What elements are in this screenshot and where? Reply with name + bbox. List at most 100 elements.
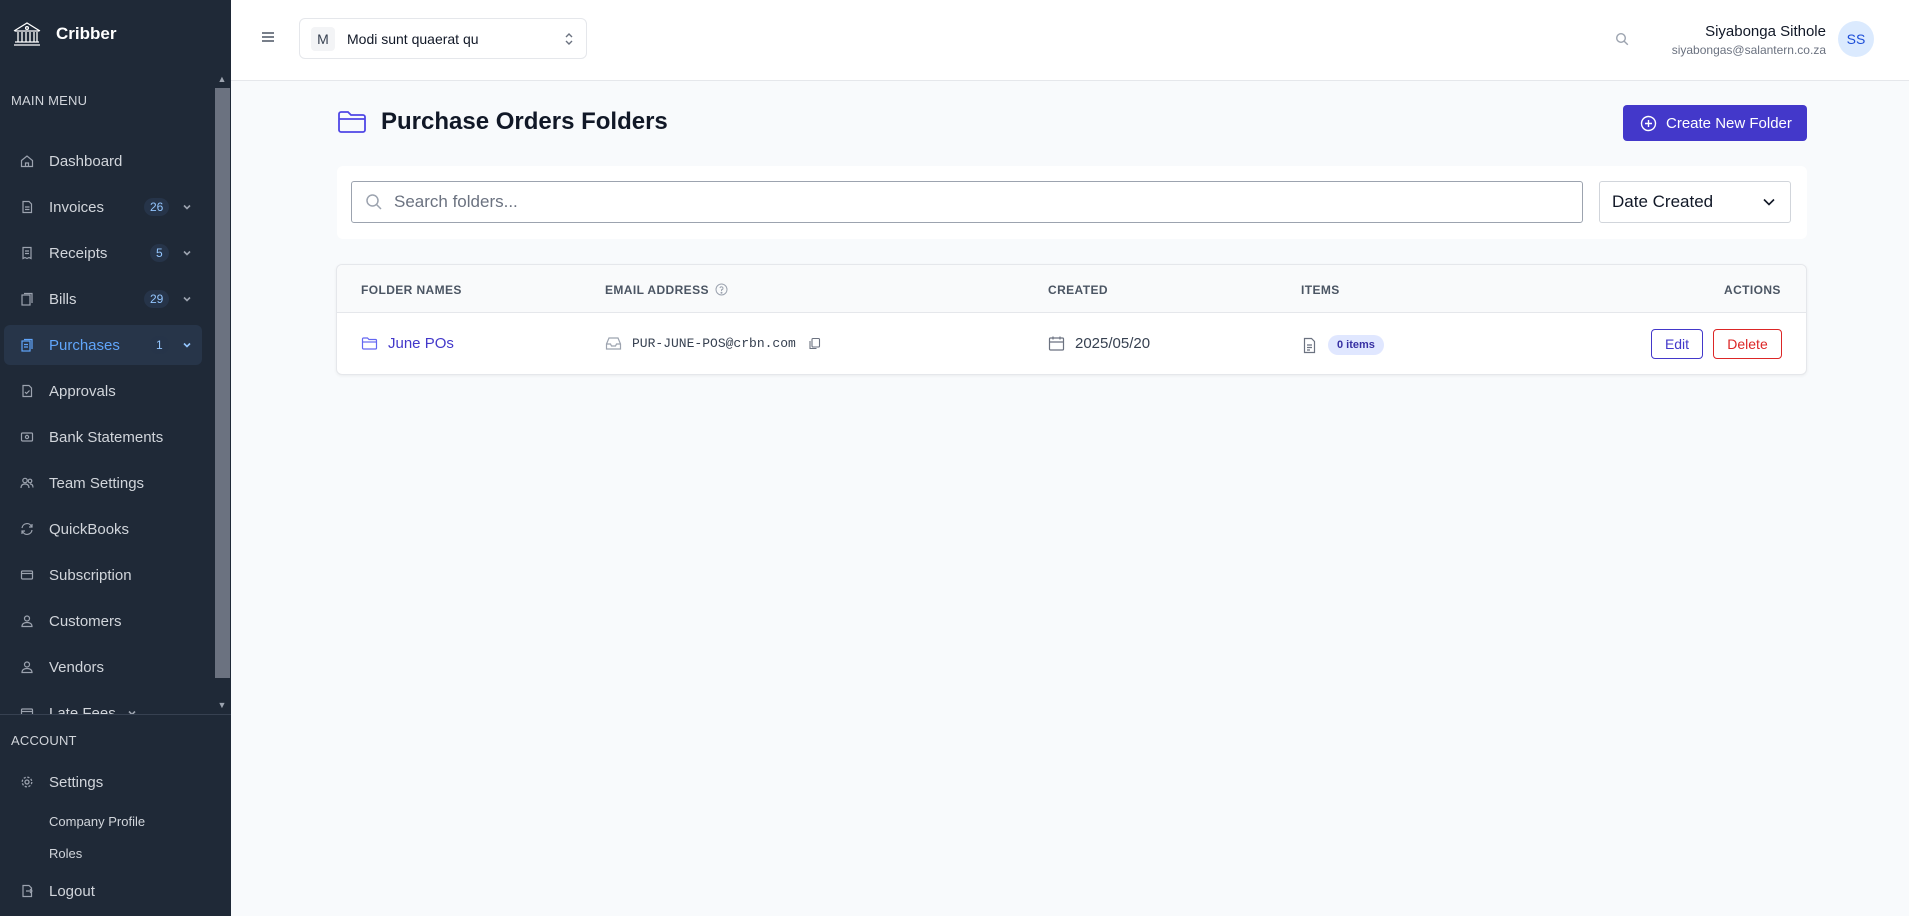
sidebar-divider [0, 714, 231, 715]
chevron-down-icon [1763, 198, 1775, 206]
invoices-count-badge: 26 [144, 198, 170, 216]
sidebar-item-label: Subscription [49, 566, 132, 584]
search-box[interactable] [351, 181, 1583, 223]
receipt-icon [20, 246, 34, 260]
sidebar-item-dashboard[interactable]: Dashboard [4, 141, 202, 181]
sidebar-item-label: QuickBooks [49, 520, 130, 538]
sidebar-item-label: Team Settings [49, 474, 145, 492]
chevron-down-icon [183, 342, 191, 348]
sidebar-item-approvals[interactable]: Approvals [4, 371, 202, 411]
sync-icon [20, 522, 34, 536]
purchases-count-badge: 1 [150, 336, 169, 354]
delete-button[interactable]: Delete [1713, 329, 1782, 359]
org-name: Modi sunt quaerat qu [347, 30, 479, 47]
folder-icon [361, 337, 378, 350]
org-initial: M [311, 26, 335, 51]
sidebar-item-late-fees[interactable]: Late Fees [4, 693, 144, 714]
created-cell: 2025/05/20 [1048, 335, 1150, 352]
search-icon [366, 194, 382, 210]
hamburger-menu-icon[interactable] [261, 31, 275, 43]
calendar-icon [1048, 336, 1065, 351]
user-icon [20, 660, 34, 674]
receipts-count-badge: 5 [150, 244, 169, 262]
sidebar-subitem-company-profile[interactable]: Company Profile [49, 814, 145, 829]
sidebar-item-label: Invoices [49, 198, 105, 216]
plus-circle-icon [1640, 115, 1657, 131]
brand[interactable]: Cribber [0, 0, 231, 68]
sidebar-item-team-settings[interactable]: Team Settings [4, 463, 202, 503]
sidebar-item-settings[interactable]: Settings [4, 762, 202, 802]
document-icon [1303, 337, 1316, 353]
edit-button[interactable]: Edit [1651, 329, 1703, 359]
sidebar-subitem-roles[interactable]: Roles [49, 846, 82, 861]
main-menu: MAIN MENU Dashboard Invoices 26 Receipts… [0, 68, 231, 714]
email-cell: PUR-JUNE-POS@crbn.com [605, 335, 831, 352]
sidebar-item-invoices[interactable]: Invoices 26 [4, 187, 202, 227]
sidebar-item-bank-statements[interactable]: Bank Statements [4, 417, 202, 457]
sidebar-item-bills[interactable]: Bills 29 [4, 279, 202, 319]
sidebar-item-quickbooks[interactable]: QuickBooks [4, 509, 202, 549]
user-name: Siyabonga Sithole [1705, 23, 1826, 40]
gear-icon [20, 775, 34, 789]
scroll-down-arrow-icon[interactable]: ▼ [216, 700, 228, 710]
sidebar-item-label: Receipts [49, 244, 108, 262]
create-folder-button[interactable]: Create New Folder [1623, 105, 1807, 141]
folder-name-cell[interactable]: June POs [361, 335, 454, 352]
items-count-badge: 0 items [1328, 335, 1384, 355]
account-label: ACCOUNT [11, 733, 77, 748]
help-icon[interactable] [715, 283, 728, 296]
approvals-icon [20, 384, 34, 398]
bank-icon [20, 430, 34, 444]
folder-icon [338, 111, 366, 133]
inbox-icon [605, 337, 622, 350]
sidebar-item-vendors[interactable]: Vendors [4, 647, 202, 687]
organization-selector[interactable]: M Modi sunt quaerat qu [299, 18, 587, 59]
search-icon[interactable] [1615, 32, 1629, 46]
sort-select[interactable]: Date Created [1599, 181, 1791, 223]
chevron-up-down-icon [565, 33, 573, 45]
bills-icon [20, 292, 34, 306]
header-folder-names: FOLDER NAMES [361, 283, 462, 297]
chevron-down-icon [183, 296, 191, 302]
page-title: Purchase Orders Folders [381, 108, 668, 135]
header-items: ITEMS [1301, 283, 1340, 297]
sidebar-item-purchases[interactable]: Purchases 1 [4, 325, 202, 365]
header-email-label: EMAIL ADDRESS [605, 283, 709, 297]
sidebar-item-label: Late Fees [49, 704, 116, 715]
sidebar-item-receipts[interactable]: Receipts 5 [4, 233, 202, 273]
scroll-up-arrow-icon[interactable]: ▲ [216, 74, 228, 84]
sidebar-item-label: Logout [49, 882, 95, 900]
chevron-down-icon [183, 250, 191, 256]
header-email-address: EMAIL ADDRESS [605, 283, 728, 297]
sidebar-scroll-thumb[interactable] [215, 88, 230, 678]
purchases-icon [20, 338, 34, 352]
logo-icon [13, 22, 41, 46]
sidebar-item-label: Approvals [49, 382, 116, 400]
team-icon [20, 476, 34, 490]
app-name: Cribber [56, 24, 117, 43]
card-icon [20, 568, 34, 582]
search-input[interactable] [394, 192, 1544, 212]
sidebar-item-subscription[interactable]: Subscription [4, 555, 202, 595]
folder-name-link[interactable]: June POs [388, 335, 454, 352]
topbar: M Modi sunt quaerat qu Siyabonga Sithole… [231, 0, 1909, 81]
card-icon [20, 706, 34, 714]
bills-count-badge: 29 [144, 290, 170, 308]
chevron-down-icon [128, 710, 136, 714]
sidebar-item-label: Vendors [49, 658, 105, 676]
sidebar-item-label: Purchases [49, 336, 120, 354]
create-folder-label: Create New Folder [1666, 114, 1792, 132]
main-menu-label: MAIN MENU [11, 93, 88, 108]
chevron-down-icon [183, 204, 191, 210]
logout-icon [20, 884, 34, 898]
sidebar: Cribber MAIN MENU Dashboard Invoices 26 … [0, 0, 231, 916]
sidebar-item-label: Bills [49, 290, 77, 308]
sidebar-item-label: Settings [49, 773, 104, 791]
sidebar-item-label: Dashboard [49, 152, 123, 170]
sidebar-item-customers[interactable]: Customers [4, 601, 202, 641]
created-date: 2025/05/20 [1075, 335, 1151, 352]
avatar[interactable]: SS [1838, 21, 1874, 57]
items-cell: 0 items [1301, 335, 1384, 355]
copy-icon[interactable] [808, 337, 821, 350]
sidebar-item-logout[interactable]: Logout [4, 871, 202, 911]
